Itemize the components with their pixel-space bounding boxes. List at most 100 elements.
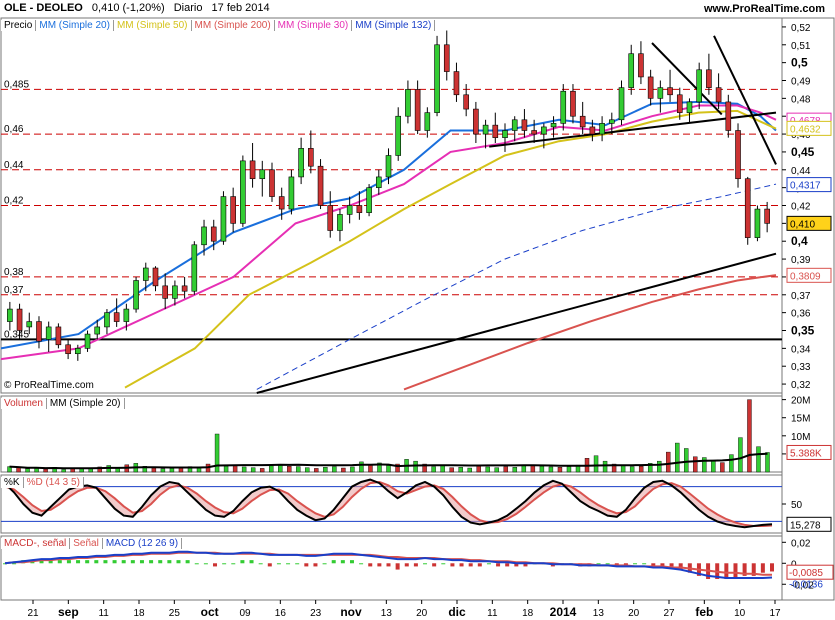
- macd-hist-bar: [103, 560, 108, 564]
- candle-body: [492, 124, 499, 138]
- candle-body: [152, 267, 159, 287]
- value-tag-label: 0,410: [790, 219, 815, 230]
- site-label[interactable]: www.ProRealTime.com: [704, 3, 825, 15]
- legend-price[interactable]: Precio: [1, 20, 37, 31]
- volume-bar: [449, 467, 454, 473]
- macd-y-tick-label: 0,02: [791, 538, 811, 549]
- candle-body: [531, 130, 537, 135]
- macd-hist-bar: [340, 560, 345, 564]
- candle-body: [744, 178, 751, 238]
- level-label: 0,38: [4, 267, 24, 278]
- volume-bar: [620, 465, 626, 473]
- copyright-label: © ProRealTime.com: [4, 380, 94, 391]
- candle-body: [570, 90, 576, 117]
- candle-body: [676, 94, 683, 113]
- volume-bar: [512, 467, 518, 473]
- legend-mm200[interactable]: MM (Simple 200): [192, 20, 275, 31]
- macd-hist-bar: [112, 560, 117, 564]
- macd-hist-bar: [459, 563, 464, 567]
- candle-body: [463, 94, 469, 110]
- legend-macd-hist[interactable]: MACD-, señal: [1, 538, 71, 549]
- x-tick-label: 20: [416, 608, 428, 619]
- ticker-label[interactable]: OLE - DEOLEO: [4, 2, 83, 14]
- period-label[interactable]: Diario: [174, 2, 203, 14]
- legend-mm50[interactable]: MM (Simple 50): [114, 20, 192, 31]
- macd-hist-bar: [441, 563, 446, 565]
- volume-bar: [747, 399, 752, 473]
- volume-bar: [738, 437, 743, 473]
- volume-bar: [503, 466, 509, 473]
- candle-body: [618, 87, 625, 121]
- candle-body: [288, 176, 295, 210]
- level-label: 0,44: [4, 160, 24, 171]
- candle-body: [628, 53, 635, 88]
- candle-body: [589, 126, 596, 135]
- macd-hist-bar: [596, 563, 601, 565]
- volume-bar: [305, 467, 310, 473]
- x-tick-label: 25: [169, 608, 181, 619]
- date-label: 17 feb 2014: [211, 2, 270, 14]
- candle-body: [638, 53, 644, 78]
- macd-hist-bar: [176, 560, 181, 564]
- candle-body: [36, 321, 42, 342]
- volume-bar: [684, 448, 689, 473]
- candle-body: [220, 196, 227, 242]
- volume-bar: [268, 465, 274, 473]
- candle-body: [715, 87, 722, 103]
- volume-bar: [61, 469, 66, 473]
- macd-hist-bar: [368, 563, 373, 567]
- candle-body: [657, 87, 664, 99]
- volume-bar: [729, 454, 734, 473]
- macd-hist-bar: [295, 563, 300, 565]
- level-label: 0,42: [4, 196, 24, 207]
- volume-bar: [756, 446, 761, 473]
- volume-bar: [440, 465, 445, 473]
- level-label: 0,37: [4, 285, 24, 296]
- candle-body: [181, 285, 188, 292]
- price-y-tick-label: 0,51: [791, 41, 811, 52]
- price-y-tick-label: 0,34: [791, 344, 811, 355]
- legend-mm30[interactable]: MM (Simple 30): [275, 20, 353, 31]
- volume-bar: [657, 460, 662, 473]
- value-tag-label: 0,4317: [790, 181, 821, 192]
- legend-volume[interactable]: Volumen: [1, 398, 47, 409]
- volume-bar: [250, 467, 256, 473]
- candle-body: [443, 44, 450, 72]
- price-y-tick-label: 0,4: [791, 234, 808, 248]
- candle-body: [541, 126, 547, 135]
- legend-macd-signal[interactable]: Señal: [70, 538, 103, 549]
- legend-stoch-d[interactable]: %D (14 3 5): [24, 477, 84, 488]
- candle-body: [405, 89, 411, 117]
- chart-window: 0,520,510,50,490,480,470,460,450,440,430…: [0, 0, 835, 620]
- macd-hist-bar: [139, 560, 144, 564]
- legend-stoch-k[interactable]: %K: [1, 477, 24, 488]
- macd-hist-bar: [213, 563, 218, 567]
- price-y-tick-label: 0,48: [791, 94, 811, 105]
- volume-y-tick-label: 10M: [791, 432, 810, 443]
- x-tick-label: 11: [98, 608, 109, 619]
- chart-canvas[interactable]: 0,520,510,50,490,480,470,460,450,440,430…: [0, 0, 835, 620]
- x-tick-label: sep: [58, 605, 79, 619]
- legend-mm132[interactable]: MM (Simple 132): [352, 20, 436, 31]
- macd-hist-bar: [94, 560, 99, 564]
- candle-body: [521, 119, 528, 131]
- ma-line: [256, 183, 777, 390]
- legend-mm20[interactable]: MM (Simple 20): [36, 20, 114, 31]
- volume-bar: [341, 467, 346, 473]
- candle-body: [356, 205, 363, 213]
- macd-legend: MACD-, señal Señal MACD (12 26 9): [1, 538, 183, 549]
- macd-hist-bar: [724, 563, 729, 580]
- macd-tag-label-2: -0,0136: [789, 580, 823, 591]
- volume-bar: [566, 466, 572, 473]
- candle-body: [414, 89, 421, 131]
- legend-volume-mm20[interactable]: MM (Simple 20): [47, 398, 125, 409]
- stoch-legend: %K %D (14 3 5): [1, 477, 84, 488]
- last-price-label: 0,410 (-1,20%): [91, 2, 165, 14]
- macd-hist-bar: [486, 563, 491, 565]
- macd-hist-bar: [258, 563, 263, 565]
- volume-bar: [241, 466, 247, 473]
- volume-bar: [702, 457, 707, 473]
- macd-hist-bar: [733, 563, 738, 580]
- candle-body: [94, 326, 101, 335]
- legend-macd-line[interactable]: MACD (12 26 9): [103, 538, 183, 549]
